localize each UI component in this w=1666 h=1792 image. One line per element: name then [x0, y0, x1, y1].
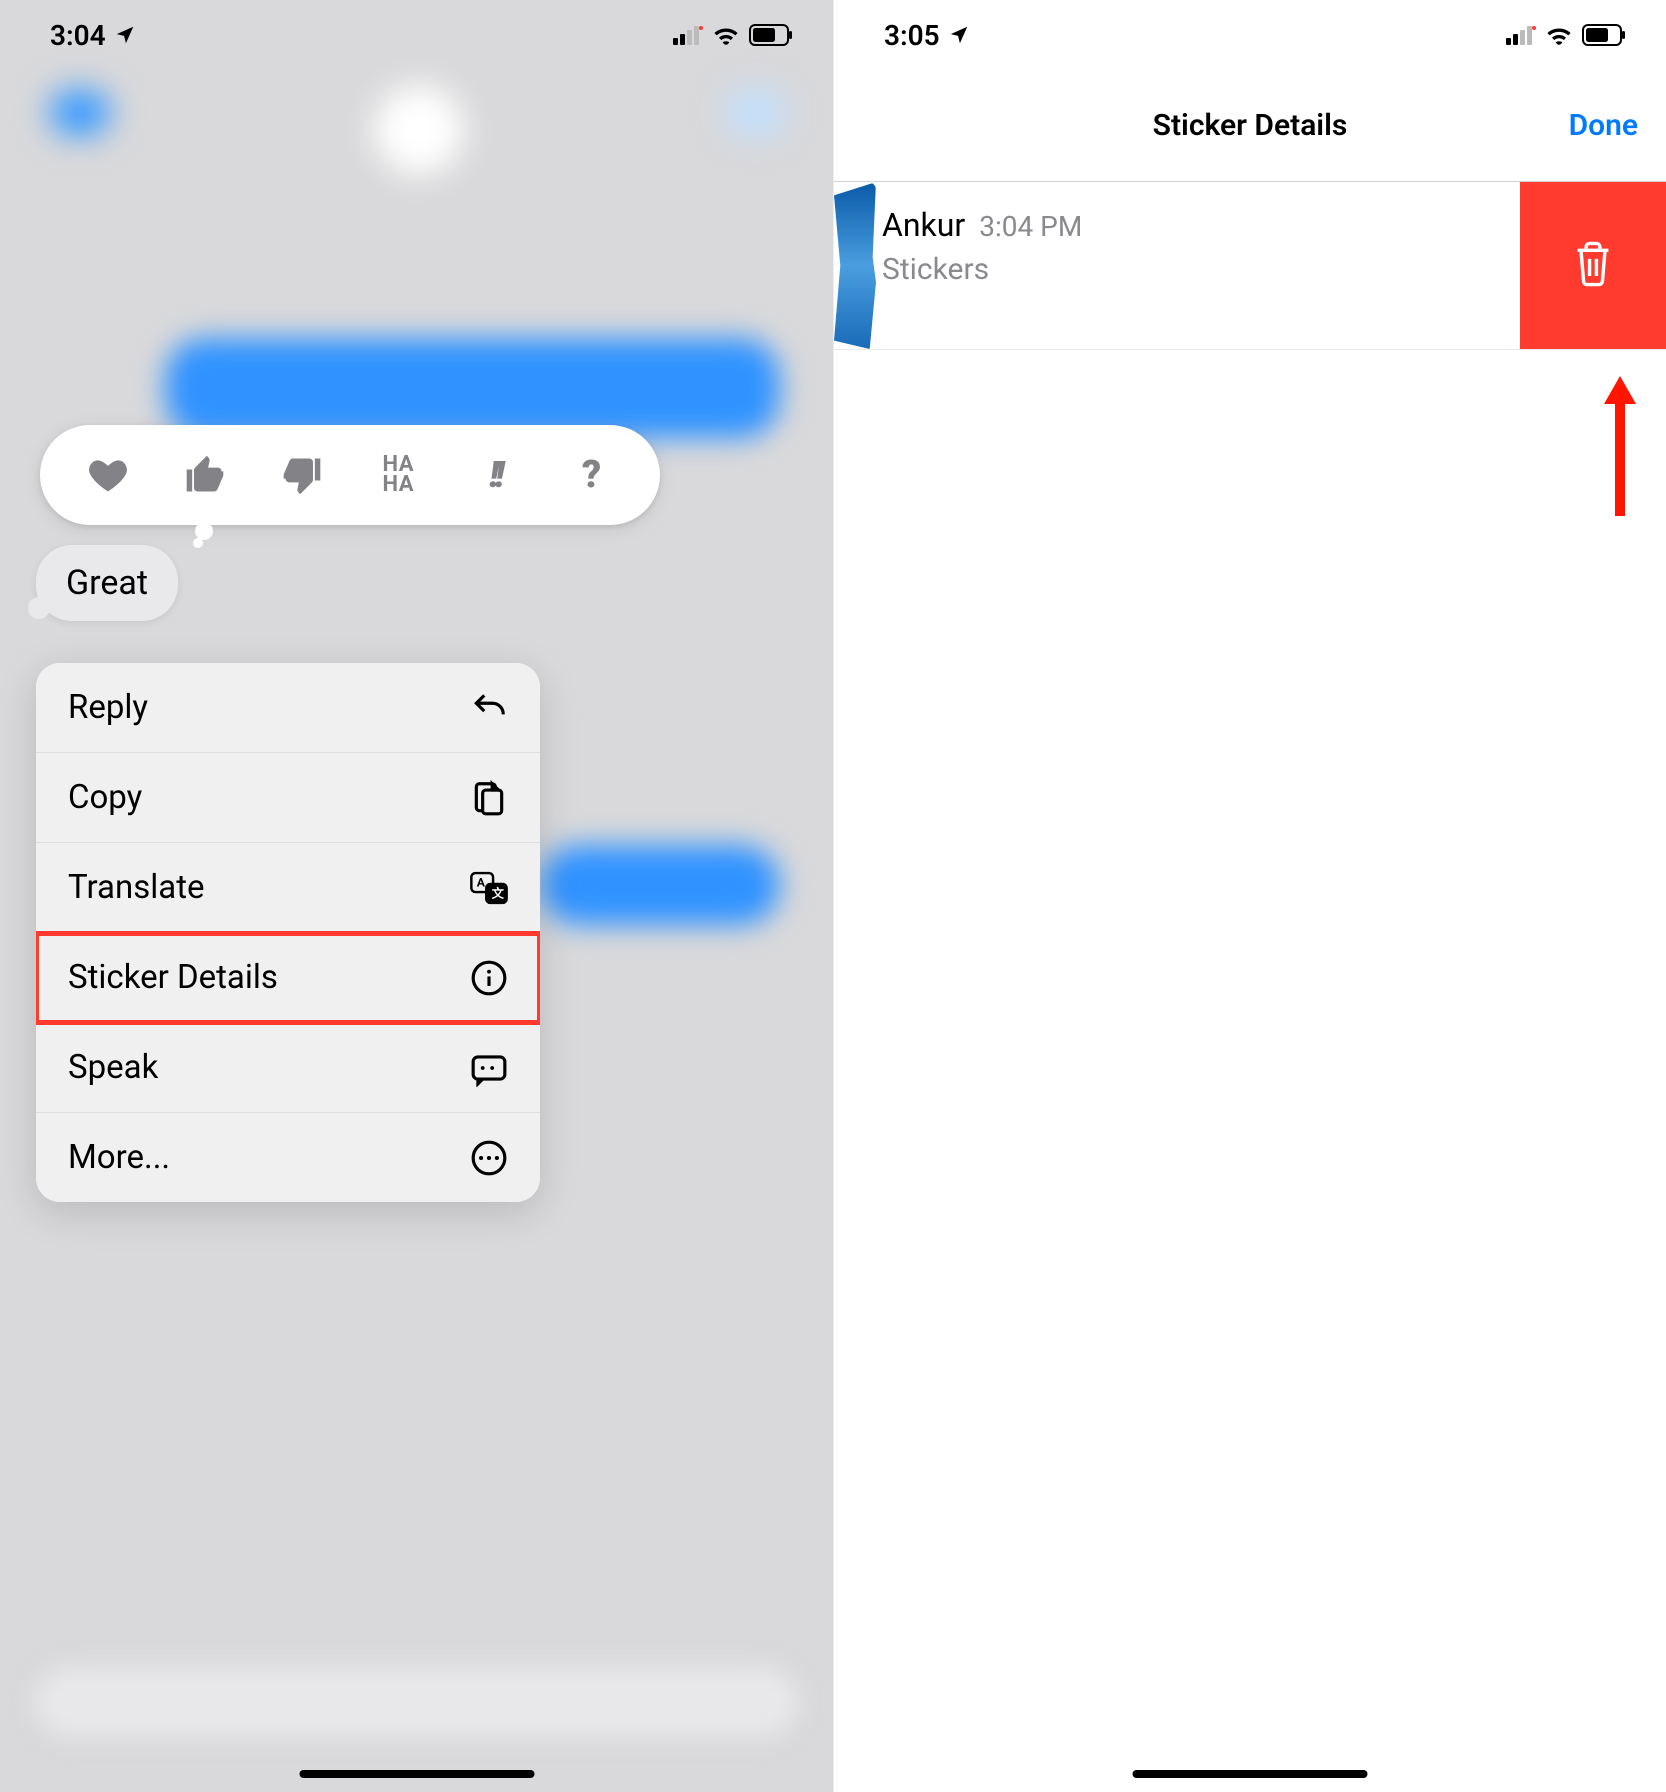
speak-icon: [470, 1049, 508, 1087]
done-button[interactable]: Done: [1569, 108, 1638, 143]
blurred-message-bubble: [165, 338, 780, 438]
blurred-message-bubble: [540, 845, 780, 925]
tapback-bar: HAHA !! ?: [40, 425, 660, 525]
info-icon: [470, 959, 508, 997]
svg-text:A: A: [477, 875, 486, 889]
blurred-input-bar: [35, 1667, 798, 1737]
context-menu: Reply Copy Translate A文 Sticker Details …: [36, 663, 540, 1202]
heart-reaction[interactable]: [71, 445, 146, 505]
reply-icon: [470, 689, 508, 727]
menu-label: Copy: [68, 778, 142, 817]
nav-title: Sticker Details: [1153, 108, 1348, 143]
sender-name: Ankur: [882, 206, 965, 244]
menu-translate[interactable]: Translate A文: [36, 843, 540, 933]
sticker-list-row[interactable]: Ankur 3:04 PM Stickers: [834, 182, 1666, 350]
signal-icon: [673, 25, 703, 45]
location-icon: [114, 24, 136, 46]
wifi-icon: [713, 25, 739, 45]
question-reaction[interactable]: ?: [554, 445, 629, 505]
haha-reaction[interactable]: HAHA: [361, 445, 436, 505]
menu-label: Translate: [68, 868, 205, 907]
message-text: Great: [66, 563, 148, 603]
messages-context-screen: 3:04 HAHA !!: [0, 0, 833, 1792]
trash-icon: [1572, 240, 1614, 292]
status-time: 3:04: [50, 19, 106, 52]
delete-button[interactable]: [1520, 182, 1666, 349]
sticker-source: Stickers: [882, 252, 1510, 287]
blurred-video-button: [728, 90, 783, 135]
menu-more[interactable]: More...: [36, 1113, 540, 1202]
svg-text:文: 文: [492, 885, 505, 900]
menu-label: Reply: [68, 688, 148, 727]
blurred-back-button: [50, 90, 110, 135]
tapback-tail: [195, 522, 213, 540]
message-bubble[interactable]: Great: [36, 545, 178, 621]
sticker-thumbnail: [834, 182, 876, 349]
wifi-icon: [1546, 25, 1572, 45]
menu-label: Speak: [68, 1048, 158, 1087]
copy-icon: [470, 779, 508, 817]
more-icon: [470, 1139, 508, 1177]
sticker-details-screen: 3:05 Sticker Details Done Ankur 3:04 P: [833, 0, 1666, 1792]
menu-label: Sticker Details: [68, 958, 278, 997]
menu-sticker-details[interactable]: Sticker Details: [36, 933, 540, 1023]
home-indicator: [1133, 1770, 1368, 1778]
arrow-annotation: [1598, 376, 1642, 516]
status-bar: 3:04: [0, 0, 833, 70]
menu-speak[interactable]: Speak: [36, 1023, 540, 1113]
home-indicator: [299, 1770, 534, 1778]
nav-bar: Sticker Details Done: [834, 70, 1666, 182]
blurred-avatar: [374, 85, 464, 175]
sticker-timestamp: 3:04 PM: [979, 210, 1082, 243]
menu-label: More...: [68, 1138, 170, 1177]
battery-icon: [1582, 24, 1626, 46]
status-time: 3:05: [884, 19, 940, 52]
menu-copy[interactable]: Copy: [36, 753, 540, 843]
status-bar: 3:05: [834, 0, 1666, 70]
translate-icon: A文: [470, 869, 508, 907]
exclaim-reaction[interactable]: !!: [457, 445, 532, 505]
thumbs-down-reaction[interactable]: [264, 445, 339, 505]
battery-icon: [749, 24, 793, 46]
signal-icon: [1506, 25, 1536, 45]
sticker-info: Ankur 3:04 PM Stickers: [882, 182, 1520, 349]
menu-reply[interactable]: Reply: [36, 663, 540, 753]
thumbs-up-reaction[interactable]: [167, 445, 242, 505]
location-icon: [948, 24, 970, 46]
